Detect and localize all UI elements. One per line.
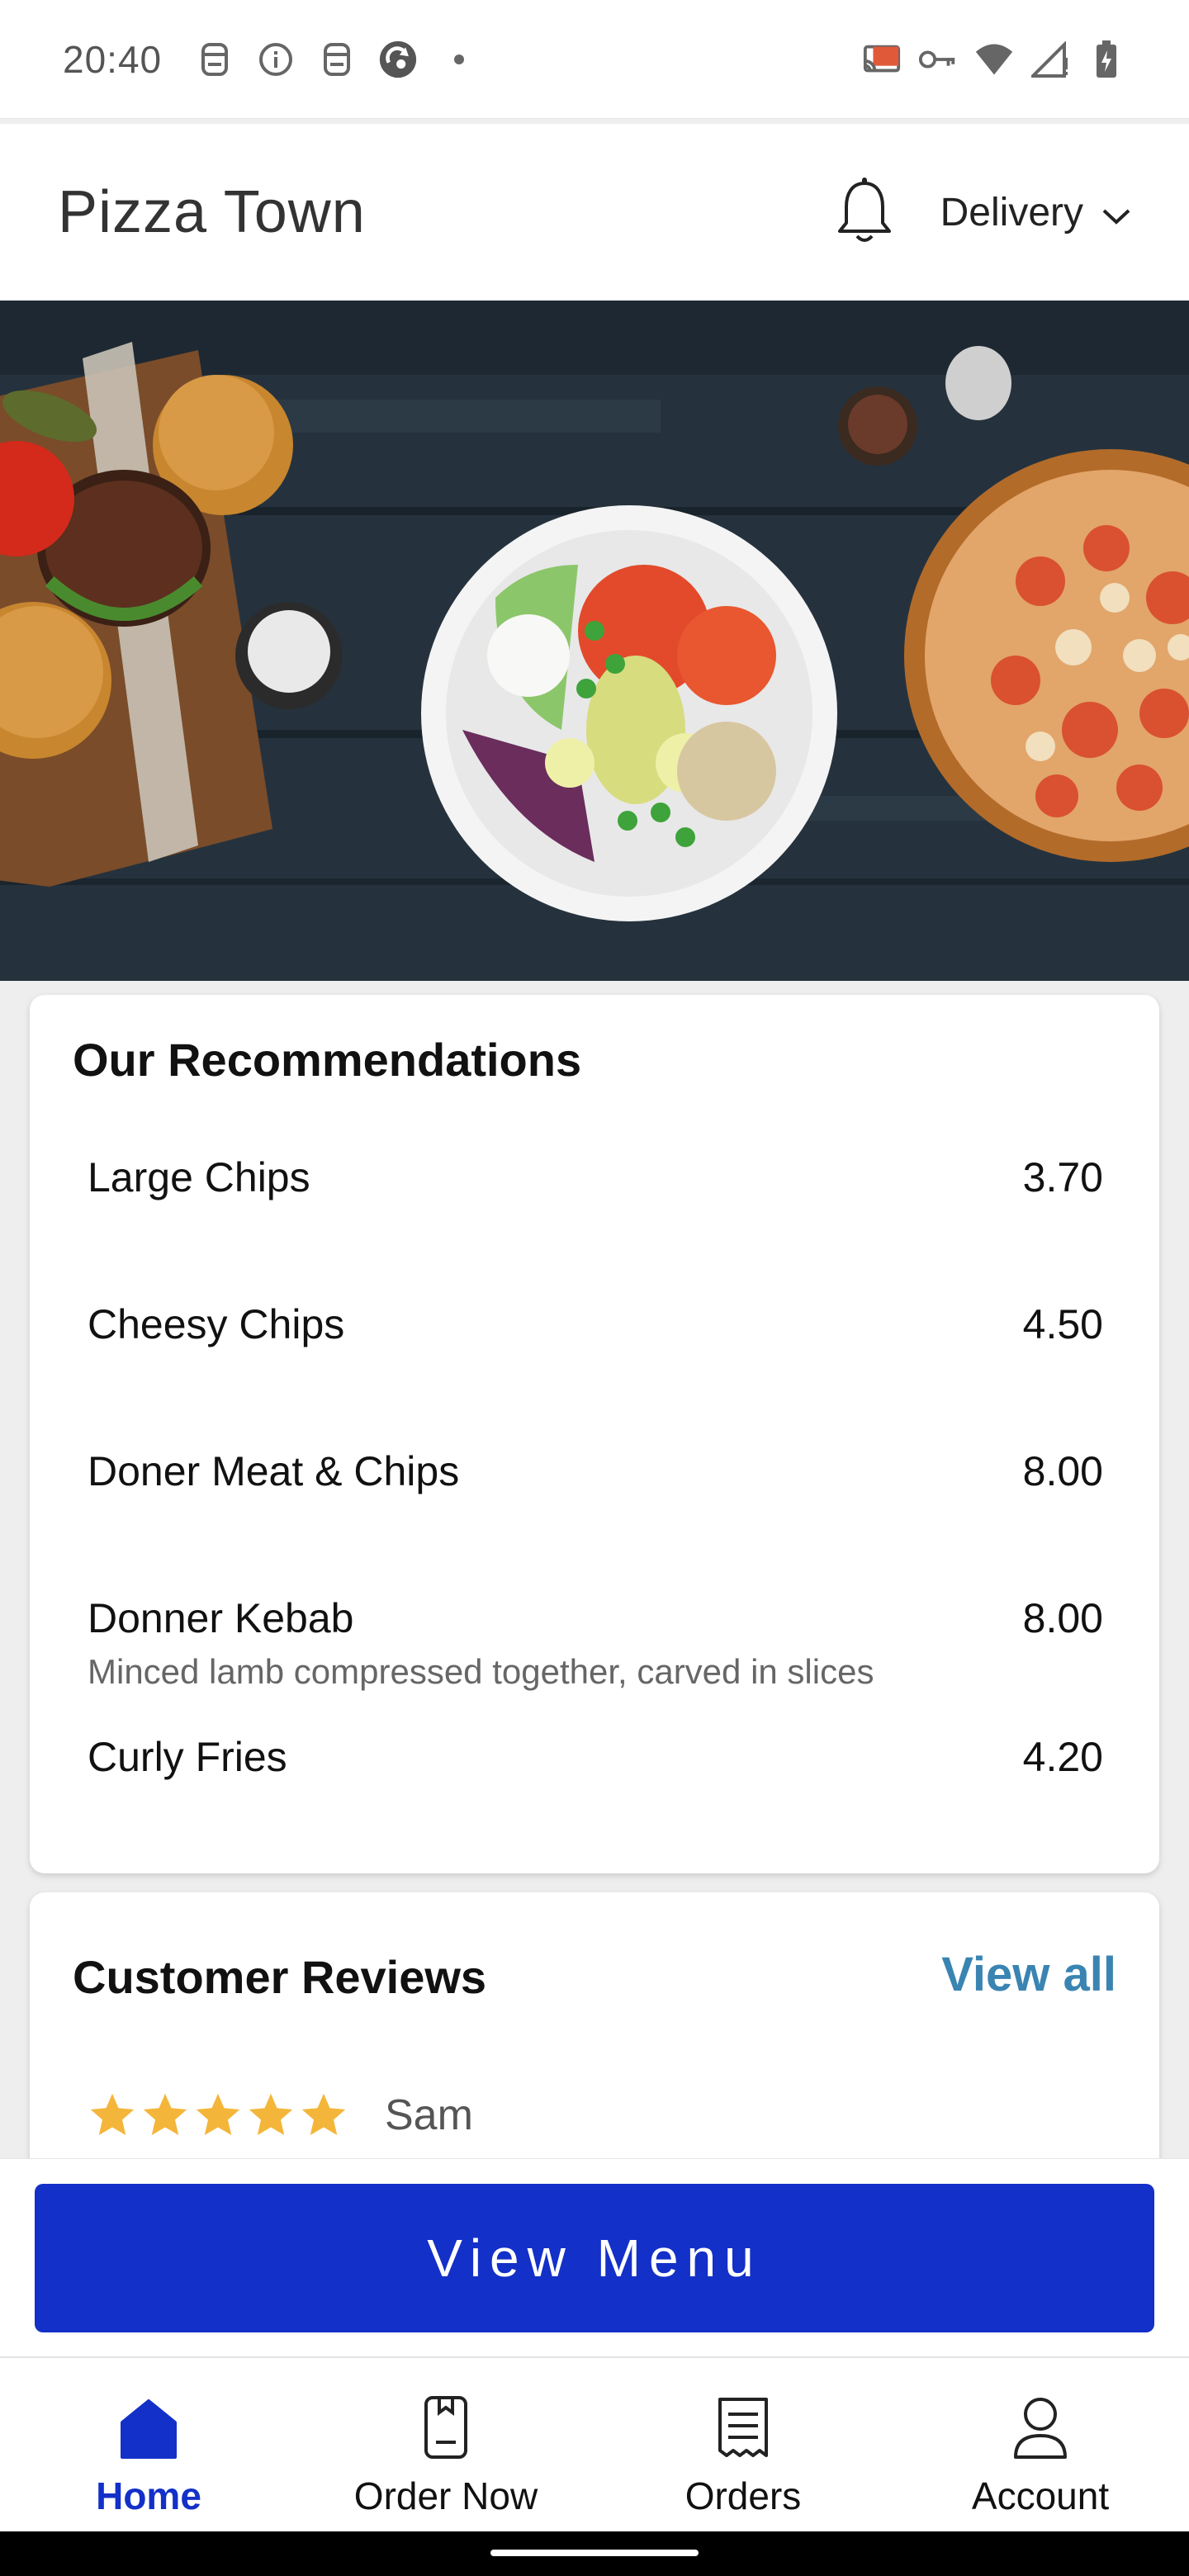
info-icon (256, 40, 296, 79)
star-icon (140, 2091, 190, 2140)
app-header: Pizza Town Delivery (0, 124, 1189, 301)
account-icon (1009, 2394, 1072, 2460)
reviewer-name: Sam (385, 2091, 473, 2139)
item-description: Minced lamb compressed together, carved … (88, 1652, 874, 1691)
notification-icon (195, 40, 234, 79)
star-icon (299, 2091, 348, 2140)
app-title: Pizza Town (58, 179, 366, 245)
star-rating (88, 2091, 348, 2140)
star-icon (88, 2091, 137, 2140)
status-bar: 20:40 (0, 0, 1189, 119)
view-menu-button[interactable]: View Menu (35, 2184, 1154, 2332)
view-all-link[interactable]: View all (941, 1947, 1116, 2002)
receipt-icon (712, 2394, 775, 2460)
item-name: Doner Meat & Chips (88, 1448, 460, 1494)
item-price: 4.50 (1022, 1301, 1103, 1347)
status-time: 20:40 (63, 37, 163, 81)
item-name: Cheesy Chips (88, 1301, 345, 1347)
item-price: 4.20 (1022, 1734, 1103, 1780)
list-item[interactable]: Large Chips 3.70 (88, 1153, 1103, 1201)
item-price: 8.00 (1022, 1448, 1103, 1494)
recommendations-title: Our Recommendations (73, 1034, 582, 1086)
cast-icon (862, 40, 902, 79)
list-item[interactable]: Curly Fries 4.20 (88, 1733, 1103, 1781)
list-item[interactable]: Donner Kebab 8.00 Minced lamb compressed… (88, 1594, 1103, 1692)
nav-item-account[interactable]: Account (892, 2358, 1189, 2531)
list-item[interactable]: Cheesy Chips 4.50 (88, 1300, 1103, 1348)
dot-icon (439, 40, 479, 79)
signal-icon (1030, 40, 1070, 79)
food-hero-image (0, 301, 1189, 981)
gesture-handle[interactable] (490, 2550, 699, 2556)
star-icon (193, 2091, 243, 2140)
app-screen: 20:40 Pizza Town Delivery Our Recommenda… (0, 0, 1189, 2576)
nav-label-account: Account (971, 2474, 1110, 2517)
nav-label-home: Home (96, 2474, 201, 2517)
wifi-icon (974, 40, 1014, 79)
review-item[interactable]: Sam (88, 2091, 473, 2140)
star-icon (246, 2091, 296, 2140)
item-price: 3.70 (1022, 1154, 1103, 1200)
item-price: 8.00 (1022, 1595, 1103, 1641)
system-gesture-bar (0, 2531, 1189, 2576)
reviews-title: Customer Reviews (73, 1951, 487, 2003)
bottom-navigation: Home Order Now Orders Account (0, 2356, 1189, 2531)
battery-icon (1087, 40, 1126, 79)
vpn-key-icon (918, 40, 958, 79)
home-icon (117, 2394, 180, 2460)
sync-app-icon (378, 40, 418, 79)
notification-icon (317, 40, 357, 79)
nav-item-order-now[interactable]: Order Now (297, 2358, 594, 2531)
chevron-down-icon (1101, 190, 1131, 235)
nav-label-orders: Orders (685, 2474, 802, 2517)
item-name: Donner Kebab (88, 1595, 354, 1641)
view-menu-bar: View Menu (0, 2158, 1189, 2356)
nav-item-home[interactable]: Home (0, 2358, 297, 2531)
item-name: Large Chips (88, 1154, 310, 1200)
delivery-label: Delivery (940, 190, 1083, 234)
status-left-icons (195, 40, 479, 79)
nav-item-orders[interactable]: Orders (594, 2358, 892, 2531)
header-actions: Delivery (831, 175, 1131, 249)
nav-label-order-now: Order Now (353, 2474, 538, 2517)
bell-icon[interactable] (831, 175, 898, 249)
status-right-icons (862, 40, 1126, 79)
delivery-dropdown[interactable]: Delivery (940, 190, 1131, 235)
item-name: Curly Fries (88, 1734, 287, 1780)
order-now-icon (414, 2394, 477, 2460)
recommendations-card: Our Recommendations Large Chips 3.70 Che… (30, 995, 1159, 1873)
list-item[interactable]: Doner Meat & Chips 8.00 (88, 1447, 1103, 1495)
